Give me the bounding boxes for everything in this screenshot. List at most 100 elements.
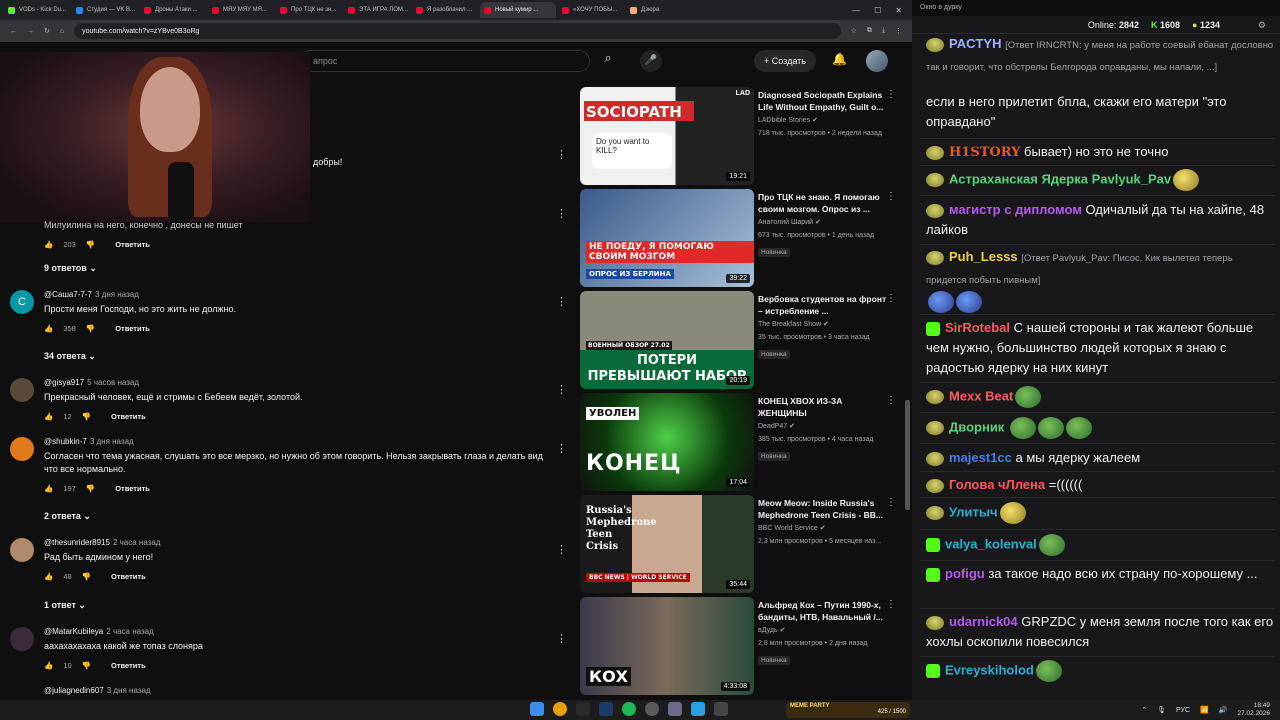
account-avatar[interactable] — [866, 50, 888, 72]
video-channel[interactable]: вДудь ✔ — [758, 625, 888, 636]
comment-menu-icon[interactable]: ⋮ — [556, 632, 567, 645]
replies-toggle[interactable]: 9 ответов ⌄ — [44, 263, 97, 274]
chat-nick[interactable]: pofigu — [945, 566, 985, 581]
browser-tab[interactable]: Про ТЦК не зн... — [276, 2, 342, 18]
telegram-icon[interactable] — [691, 702, 705, 716]
video-channel[interactable]: BBC World Service ✔ — [758, 523, 888, 534]
comment-menu-icon[interactable]: ⋮ — [556, 383, 567, 396]
chat-nick[interactable]: valya_kolenval — [945, 536, 1037, 551]
url-input[interactable]: youtube.com/watch?v=zYBve0B3oRg — [74, 23, 841, 39]
settings-gear-icon[interactable]: ⚙ — [1258, 20, 1266, 31]
dislike-icon[interactable]: 👎 — [86, 324, 95, 333]
video-thumbnail[interactable]: КОХ 4:33:08 — [580, 597, 754, 695]
explorer-icon[interactable] — [576, 702, 590, 716]
dislike-icon[interactable]: 👎 — [86, 484, 95, 493]
comment-menu-icon[interactable]: ⋮ — [556, 543, 567, 556]
browser-tab[interactable]: Студия — VK В... — [72, 2, 138, 18]
spotify-icon[interactable] — [622, 702, 636, 716]
video-title[interactable]: Про ТЦК не знаю. Я помогаю своим мозгом.… — [758, 191, 888, 215]
comment-author[interactable]: @thesunrider8915 — [44, 538, 110, 547]
video-thumbnail[interactable]: УВОЛЕН КОНЕЦ 17:04 — [580, 393, 754, 491]
replies-toggle[interactable]: 2 ответа ⌄ — [44, 511, 91, 522]
app-icon[interactable] — [668, 702, 682, 716]
browser-tab[interactable]: Я разоблачил ... — [412, 2, 478, 18]
bookmark-star-icon[interactable]: ☆ — [851, 27, 857, 35]
comment-time[interactable]: 3 дня назад — [107, 686, 151, 695]
like-icon[interactable]: 👍 — [44, 412, 53, 421]
video-thumbnail[interactable]: Russia's Mephedrone Teen Crisis BBC NEWS… — [580, 495, 754, 593]
browser-tab-active[interactable]: Новый кумир ... — [480, 2, 556, 18]
comment-time[interactable]: 2 часа назад — [106, 627, 154, 636]
maximize-icon[interactable]: ☐ — [874, 6, 881, 15]
reply-button[interactable]: Ответить — [111, 412, 146, 421]
browser-tab[interactable]: «ХОЧУ ПОБЫ... — [558, 2, 624, 18]
video-thumbnail[interactable]: SOCIOPATH Do you want to KILL? LAD 19:21 — [580, 87, 754, 185]
chrome-icon[interactable] — [553, 702, 567, 716]
extensions-icon[interactable]: ⧉ — [867, 27, 872, 35]
notifications-bell-icon[interactable]: 🔔 — [832, 52, 847, 66]
reply-button[interactable]: Ответить — [115, 240, 150, 249]
like-icon[interactable]: 👍 — [44, 324, 53, 333]
minimize-icon[interactable]: — — [852, 6, 860, 15]
home-icon[interactable]: ⌂ — [60, 28, 64, 35]
browser-tab[interactable]: Дзюра — [626, 2, 692, 18]
chat-nick[interactable]: majest1cc — [949, 450, 1012, 465]
tray-arrow-icon[interactable]: ⌃ — [1141, 706, 1147, 714]
comment-author[interactable]: @shubkin-7 — [44, 437, 87, 446]
video-title[interactable]: Diagnosed Sociopath Explains Life Withou… — [758, 89, 888, 113]
like-icon[interactable]: 👍 — [44, 572, 53, 581]
video-menu-icon[interactable]: ⋮ — [886, 89, 896, 100]
meme-party-widget[interactable]: MEME PARTY 425 / 1500 — [786, 702, 910, 718]
chat-mention[interactable]: Pavlyuk_Pav — [1092, 171, 1172, 186]
video-card[interactable]: УВОЛЕН КОНЕЦ 17:04 КОНЕЦ XBOX ИЗ-ЗА ЖЕНЩ… — [580, 393, 900, 491]
chat-nick[interactable]: H1STORY — [949, 145, 1020, 160]
browser-tab[interactable]: VODs - Kick Du... — [4, 2, 70, 18]
keyboard-language[interactable]: РУС — [1176, 707, 1190, 714]
chat-nick[interactable]: Улитыч — [949, 504, 998, 519]
like-icon[interactable]: 👍 — [44, 661, 53, 670]
video-thumbnail[interactable]: ВОЕННЫЙ ОБЗОР 27.02 ПОТЕРИ ПРЕВЫШАЮТ НАБ… — [580, 291, 754, 389]
dislike-icon[interactable]: 👎 — [82, 412, 91, 421]
comment-time[interactable]: 3 дня назад — [90, 437, 134, 446]
comment-menu-icon[interactable]: ⋮ — [556, 207, 567, 220]
chat-nick[interactable]: Дворник — [949, 419, 1004, 434]
chat-nick[interactable]: udarnick04 — [949, 614, 1018, 629]
mic-tray-icon[interactable]: 🎙 — [1157, 706, 1166, 714]
close-icon[interactable]: ✕ — [895, 6, 902, 15]
replies-toggle[interactable]: 34 ответа ⌄ — [44, 351, 96, 362]
video-card[interactable]: ВОЕННЫЙ ОБЗОР 27.02 ПОТЕРИ ПРЕВЫШАЮТ НАБ… — [580, 291, 900, 389]
volume-icon[interactable]: 🔊 — [1219, 706, 1228, 714]
video-card[interactable]: КОХ 4:33:08 Альфред Кох – Путин 1990-х, … — [580, 597, 900, 695]
download-icon[interactable]: ⤓ — [882, 27, 885, 35]
steam-icon[interactable] — [599, 702, 613, 716]
video-menu-icon[interactable]: ⋮ — [886, 293, 896, 304]
search-input[interactable]: апрос — [300, 50, 590, 72]
video-channel[interactable]: LADbible Stories ✔ — [758, 115, 888, 126]
avatar[interactable] — [10, 627, 34, 651]
chat-nick[interactable]: Голова чЛлена — [949, 477, 1045, 492]
reply-button[interactable]: Ответить — [111, 661, 146, 670]
replies-toggle[interactable]: 1 ответ ⌄ — [44, 600, 86, 611]
page-scrollbar[interactable] — [905, 80, 910, 700]
chat-nick[interactable]: Астраханская Ядерка — [949, 171, 1088, 186]
dislike-icon[interactable]: 👎 — [82, 572, 91, 581]
forward-icon[interactable]: → — [27, 28, 34, 35]
avatar[interactable] — [10, 378, 34, 402]
browser-tab[interactable]: ЭТА ИГРА ЛОМ... — [344, 2, 410, 18]
chat-nick[interactable]: Mexx Beat — [949, 388, 1013, 403]
search-icon[interactable]: ⌕ — [594, 50, 622, 72]
video-title[interactable]: КОНЕЦ XBOX ИЗ-ЗА ЖЕНЩИНЫ — [758, 395, 888, 419]
chat-nick[interactable]: Evreyskiholod — [945, 662, 1034, 677]
video-card[interactable]: SOCIOPATH Do you want to KILL? LAD 19:21… — [580, 87, 900, 185]
video-title[interactable]: Вербовка студентов на фронт – истреблени… — [758, 293, 888, 317]
comment-author[interactable]: @juliagnedin607 — [44, 686, 104, 695]
like-icon[interactable]: 👍 — [44, 484, 53, 493]
reply-button[interactable]: Ответить — [115, 324, 150, 333]
avatar[interactable] — [10, 437, 34, 461]
comment-author[interactable]: @MatarKubileya — [44, 627, 103, 636]
comment-time[interactable]: 3 дня назад — [95, 290, 139, 299]
dislike-icon[interactable]: 👎 — [86, 240, 95, 249]
reply-button[interactable]: Ответить — [115, 484, 150, 493]
reply-button[interactable]: Ответить — [111, 572, 146, 581]
video-title[interactable]: Meow Meow: Inside Russia's Mephedrone Te… — [758, 497, 888, 521]
